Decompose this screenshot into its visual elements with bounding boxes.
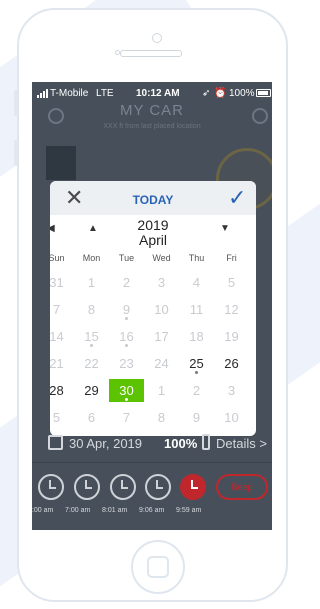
weekday-label: Thu (188, 253, 205, 263)
weekday-header: Sun Mon Tue Wed Thu Fri Sat (50, 253, 256, 267)
calendar-day[interactable]: 22 (74, 352, 109, 375)
calendar-day[interactable]: 6 (74, 406, 109, 429)
clock-icon[interactable] (145, 474, 171, 500)
time-label: 7:00 am (65, 507, 91, 514)
speaker-grille (120, 50, 182, 57)
today-button[interactable]: TODAY (50, 193, 256, 207)
calendar-day[interactable]: 4 (249, 379, 256, 402)
calendar-day[interactable]: 17 (144, 325, 179, 348)
calendar-day[interactable]: 26 (214, 352, 249, 375)
app-title: MY CAR (119, 102, 185, 119)
selected-date-label[interactable]: 30 Apr, 2019 (69, 436, 142, 451)
battery-percent: 100% (229, 88, 255, 99)
app-screen: T-Mobile LTE 10:12 AM ➶ ⏰ 100% MY CAR XX… (32, 82, 272, 530)
calendar-day[interactable]: 14 (50, 325, 74, 348)
battery-status-icon (256, 89, 271, 97)
alarm-icon: ⏰ (214, 88, 227, 99)
calendar-day[interactable]: 2 (179, 379, 214, 402)
home-button-icon (147, 556, 169, 578)
calendar-day[interactable]: 11 (179, 298, 214, 321)
carrier-label: T-Mobile (50, 88, 89, 99)
calendar-day[interactable]: 4 (179, 271, 214, 294)
calendar-day[interactable]: 3 (144, 271, 179, 294)
calendar-icon[interactable] (48, 435, 63, 450)
calendar-day[interactable]: 10 (144, 298, 179, 321)
clock-icon-active[interactable] (180, 474, 206, 500)
calendar-day[interactable]: 18 (179, 325, 214, 348)
calendar-day[interactable]: 23 (109, 352, 144, 375)
calendar-day[interactable]: 1 (74, 271, 109, 294)
calendar-day[interactable]: 21 (50, 352, 74, 375)
calendar-day[interactable]: 15 (74, 325, 109, 348)
calendar-day[interactable]: 8 (144, 406, 179, 429)
time-label: 9:06 am (139, 507, 165, 514)
calendar-day[interactable]: 7 (109, 406, 144, 429)
calendar-grid: 3112345678910111213141516171819202122232… (50, 271, 256, 436)
weekday-label: Fri (226, 253, 237, 263)
next-month-button[interactable]: ▼ (220, 223, 230, 234)
calendar-day[interactable]: 20 (249, 325, 256, 348)
car-photo[interactable] (46, 146, 76, 180)
calendar-day[interactable]: 16 (109, 325, 144, 348)
time-label: 9:59 am (176, 507, 202, 514)
calendar-day[interactable]: 31 (50, 271, 74, 294)
clock-time: 10:12 AM (136, 88, 180, 99)
front-camera (152, 33, 162, 43)
network-label: LTE (96, 88, 114, 99)
calendar-day[interactable]: 19 (214, 325, 249, 348)
calendar-day[interactable]: 25 (179, 352, 214, 375)
calendar-day[interactable]: 5 (214, 271, 249, 294)
calendar-day[interactable]: 5 (50, 406, 74, 429)
weekday-label: Tue (118, 253, 135, 263)
calendar-day[interactable]: 27 (249, 352, 256, 375)
calendar-day[interactable]: 11 (249, 406, 256, 429)
battery-level-label: 100% (164, 436, 198, 451)
weekday-label: Mon (82, 253, 101, 263)
calendar-day[interactable]: 8 (74, 298, 109, 321)
calendar-day[interactable]: 28 (50, 379, 74, 402)
details-link[interactable]: Details > (216, 436, 267, 451)
beep-button[interactable]: Beep (216, 474, 268, 500)
calendar-day-selected[interactable]: 30 (109, 379, 144, 402)
app-header: MY CAR XXX ft from last placed location (32, 102, 272, 142)
time-label: 8:01 am (102, 507, 128, 514)
app-subtitle: XXX ft from last placed location (103, 123, 201, 130)
calendar-day[interactable]: 7 (50, 298, 74, 321)
calendar-day[interactable]: 29 (74, 379, 109, 402)
divider (32, 462, 272, 463)
battery-icon (202, 434, 210, 450)
date-picker-modal: ✕ TODAY ✓ ◀ ▲ 2019 April ▼ ▶ SunMonTueWe… (50, 181, 256, 436)
info-row: 30 Apr, 2019 100% Details > (48, 434, 272, 454)
home-button[interactable] (131, 540, 185, 594)
weekday-label: Wed (152, 253, 171, 263)
weekday-label: Sun (50, 253, 65, 263)
time-label: 6:00 am (32, 507, 54, 514)
calendar-day[interactable]: 6 (249, 271, 256, 294)
calendar-day[interactable]: 2 (109, 271, 144, 294)
calendar-day[interactable]: 3 (214, 379, 249, 402)
calendar-day[interactable]: 9 (109, 298, 144, 321)
checkmark-icon[interactable]: ✓ (228, 185, 246, 211)
weekday-label: Sat (249, 253, 256, 263)
month-label: April (138, 232, 167, 248)
location-icon: ➶ (202, 88, 211, 99)
calendar-day[interactable]: 24 (144, 352, 179, 375)
clock-icon[interactable] (74, 474, 100, 500)
calendar-day[interactable]: 1 (144, 379, 179, 402)
clock-icon[interactable] (38, 474, 64, 500)
calendar-day[interactable]: 12 (214, 298, 249, 321)
calendar-day[interactable]: 9 (179, 406, 214, 429)
calendar-day[interactable]: 10 (214, 406, 249, 429)
calendar-day[interactable]: 13 (249, 298, 256, 321)
clock-icon[interactable] (110, 474, 136, 500)
gear-icon[interactable] (252, 108, 268, 124)
status-bar: T-Mobile LTE 10:12 AM ➶ ⏰ 100% (32, 82, 272, 102)
